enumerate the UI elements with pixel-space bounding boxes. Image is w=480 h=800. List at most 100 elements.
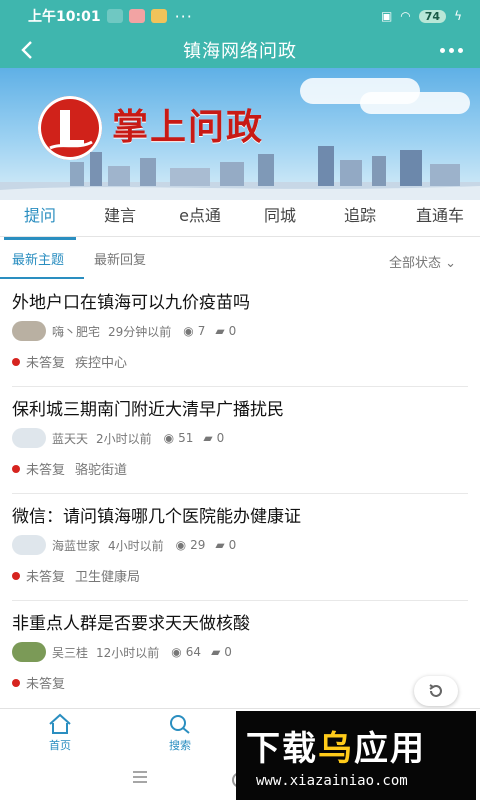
- status-dot-icon: [12, 571, 20, 580]
- watermark-text: 下载乌应用: [246, 721, 426, 770]
- status-bar: 上午10:01 ··· ▣ ◠ 74 ϟ: [0, 0, 480, 32]
- comments: ▰ 0: [215, 324, 236, 338]
- back-icon: [21, 41, 32, 59]
- city-skyline-image: [0, 146, 480, 200]
- avatar: [12, 535, 46, 555]
- status-filter-dropdown[interactable]: 全部状态 ⌄: [389, 252, 456, 271]
- more-menu-button[interactable]: [434, 38, 468, 62]
- comment-icon: ▰: [215, 324, 225, 338]
- status-label: 未答复: [26, 570, 66, 585]
- eye-icon: ◉: [163, 431, 175, 445]
- post-title: 外地户口在镇海可以九价疫苗吗: [12, 293, 250, 313]
- post-user: 嗨丶肥宅: [52, 324, 101, 339]
- list-item[interactable]: 微信：请问镇海哪几个医院能办健康证 海蓝世家 4小时以前 ◉ 29 ▰ 0 未答复 …: [12, 494, 468, 601]
- tab-latest-topic[interactable]: 最新主题: [0, 244, 85, 279]
- views: ◉ 51: [164, 431, 194, 445]
- eye-icon: ◉: [183, 324, 194, 338]
- status-dots: ···: [174, 6, 193, 26]
- comments: ▰ 0: [203, 431, 224, 445]
- post-user: 蓝天天: [52, 431, 89, 446]
- list-item[interactable]: 非重点人群是否要求天天做核酸 吴三桂 12小时以前 ◉ 64 ▰ 0 未答复: [12, 601, 468, 707]
- eye-icon: ◉: [171, 645, 182, 659]
- views: ◉ 29: [176, 538, 206, 552]
- charging-icon: ϟ: [454, 9, 462, 23]
- view-count: 51: [178, 431, 194, 445]
- avatar: [12, 428, 46, 448]
- post-status: 未答复: [12, 673, 65, 692]
- department-label: 骆驼街道: [75, 463, 128, 478]
- refresh-button[interactable]: [414, 676, 458, 706]
- comments: ▰ 0: [215, 538, 236, 552]
- post-title: 保利城三期南门附近大清早广播扰民: [12, 400, 284, 420]
- avatar: [12, 321, 46, 341]
- menu-icon[interactable]: [132, 770, 148, 784]
- post-meta: 嗨丶肥宅 29分钟以前 ◉ 7 ▰ 0: [12, 320, 236, 342]
- comment-count: 0: [228, 324, 237, 338]
- eye-icon: ◉: [175, 538, 187, 552]
- post-time: 29分钟以前: [108, 324, 172, 339]
- view-count: 64: [185, 645, 202, 659]
- status-dot-icon: [12, 678, 20, 687]
- tab-latest-reply[interactable]: 最新回复: [82, 244, 158, 278]
- app-icon: [150, 9, 167, 23]
- nav-search[interactable]: 搜索: [150, 713, 210, 753]
- status-label: 未答复: [26, 356, 66, 371]
- app-bar: 镇海网络问政: [0, 32, 480, 68]
- tab-zhitongche[interactable]: 直通车: [400, 200, 480, 236]
- post-status: 未答复 卫生健康局: [12, 566, 140, 585]
- post-user: 吴三桂: [52, 645, 89, 660]
- tab-tongcheng[interactable]: 同城: [240, 200, 320, 236]
- back-button[interactable]: [14, 36, 42, 64]
- comment-count: 0: [228, 538, 237, 552]
- home-icon: [49, 713, 71, 734]
- page-title: 镇海网络问政: [183, 41, 297, 62]
- post-meta: 海蓝世家 4小时以前 ◉ 29 ▰ 0: [12, 534, 236, 556]
- post-title: 微信：请问镇海哪几个医院能办健康证: [12, 507, 301, 527]
- post-list: 外地户口在镇海可以九价疫苗吗 嗨丶肥宅 29分钟以前 ◉ 7 ▰ 0 未答复 疾控中…: [0, 280, 480, 707]
- more-icon: [448, 47, 454, 53]
- watermark-text-c: 应用: [354, 729, 426, 769]
- comment-count: 0: [224, 645, 232, 659]
- post-time: 2小时以前: [96, 431, 152, 446]
- department-label: 疾控中心: [75, 356, 128, 371]
- post-status: 未答复 疾控中心: [12, 352, 127, 371]
- tab-tiwen[interactable]: 提问: [0, 200, 80, 240]
- watermark-text-b: 乌: [318, 729, 354, 769]
- status-dot-icon: [12, 464, 20, 473]
- notification-icon: [128, 9, 145, 23]
- tab-ediantong[interactable]: e点通: [160, 200, 240, 236]
- banner-cloud: [360, 92, 470, 114]
- department-label: 卫生健康局: [75, 570, 141, 585]
- refresh-icon: [429, 684, 442, 697]
- list-item[interactable]: 保利城三期南门附近大清早广播扰民 蓝天天 2小时以前 ◉ 51 ▰ 0 未答复 骆驼…: [12, 387, 468, 494]
- status-label: 未答复: [26, 677, 66, 692]
- wifi-icon: ◠: [400, 9, 411, 23]
- comment-count: 0: [216, 431, 225, 445]
- chevron-down-icon: ⌄: [445, 255, 456, 271]
- tab-zhuizong[interactable]: 追踪: [320, 200, 400, 236]
- nav-search-label: 搜索: [169, 739, 191, 752]
- search-icon: [170, 715, 190, 734]
- status-dot-icon: [12, 357, 20, 366]
- nav-home[interactable]: 首页: [30, 713, 90, 753]
- sim-icon: ▣: [380, 9, 393, 23]
- filter-label: 全部状态: [388, 255, 441, 271]
- post-meta: 吴三桂 12小时以前 ◉ 64 ▰ 0: [12, 641, 232, 663]
- category-tabs: 提问 建言 e点通 同城 追踪 直通车: [0, 200, 480, 240]
- status-time: 上午10:01: [28, 9, 101, 25]
- battery-indicator: 74: [418, 9, 447, 23]
- post-meta: 蓝天天 2小时以前 ◉ 51 ▰ 0: [12, 427, 224, 449]
- sub-tabs: 最新主题 最新回复 全部状态 ⌄: [0, 244, 480, 279]
- comment-icon: ▰: [215, 538, 225, 552]
- view-count: 7: [197, 324, 206, 338]
- post-status: 未答复 骆驼街道: [12, 459, 127, 478]
- avatar: [12, 642, 46, 662]
- more-icon: [439, 47, 445, 53]
- comments: ▰ 0: [211, 645, 232, 659]
- views: ◉ 7: [183, 324, 205, 338]
- list-item[interactable]: 外地户口在镇海可以九价疫苗吗 嗨丶肥宅 29分钟以前 ◉ 7 ▰ 0 未答复 疾控中…: [12, 280, 468, 387]
- status-label: 未答复: [26, 463, 66, 478]
- tab-jianyan[interactable]: 建言: [80, 200, 160, 236]
- post-time: 4小时以前: [108, 538, 164, 553]
- more-icon: [457, 47, 463, 53]
